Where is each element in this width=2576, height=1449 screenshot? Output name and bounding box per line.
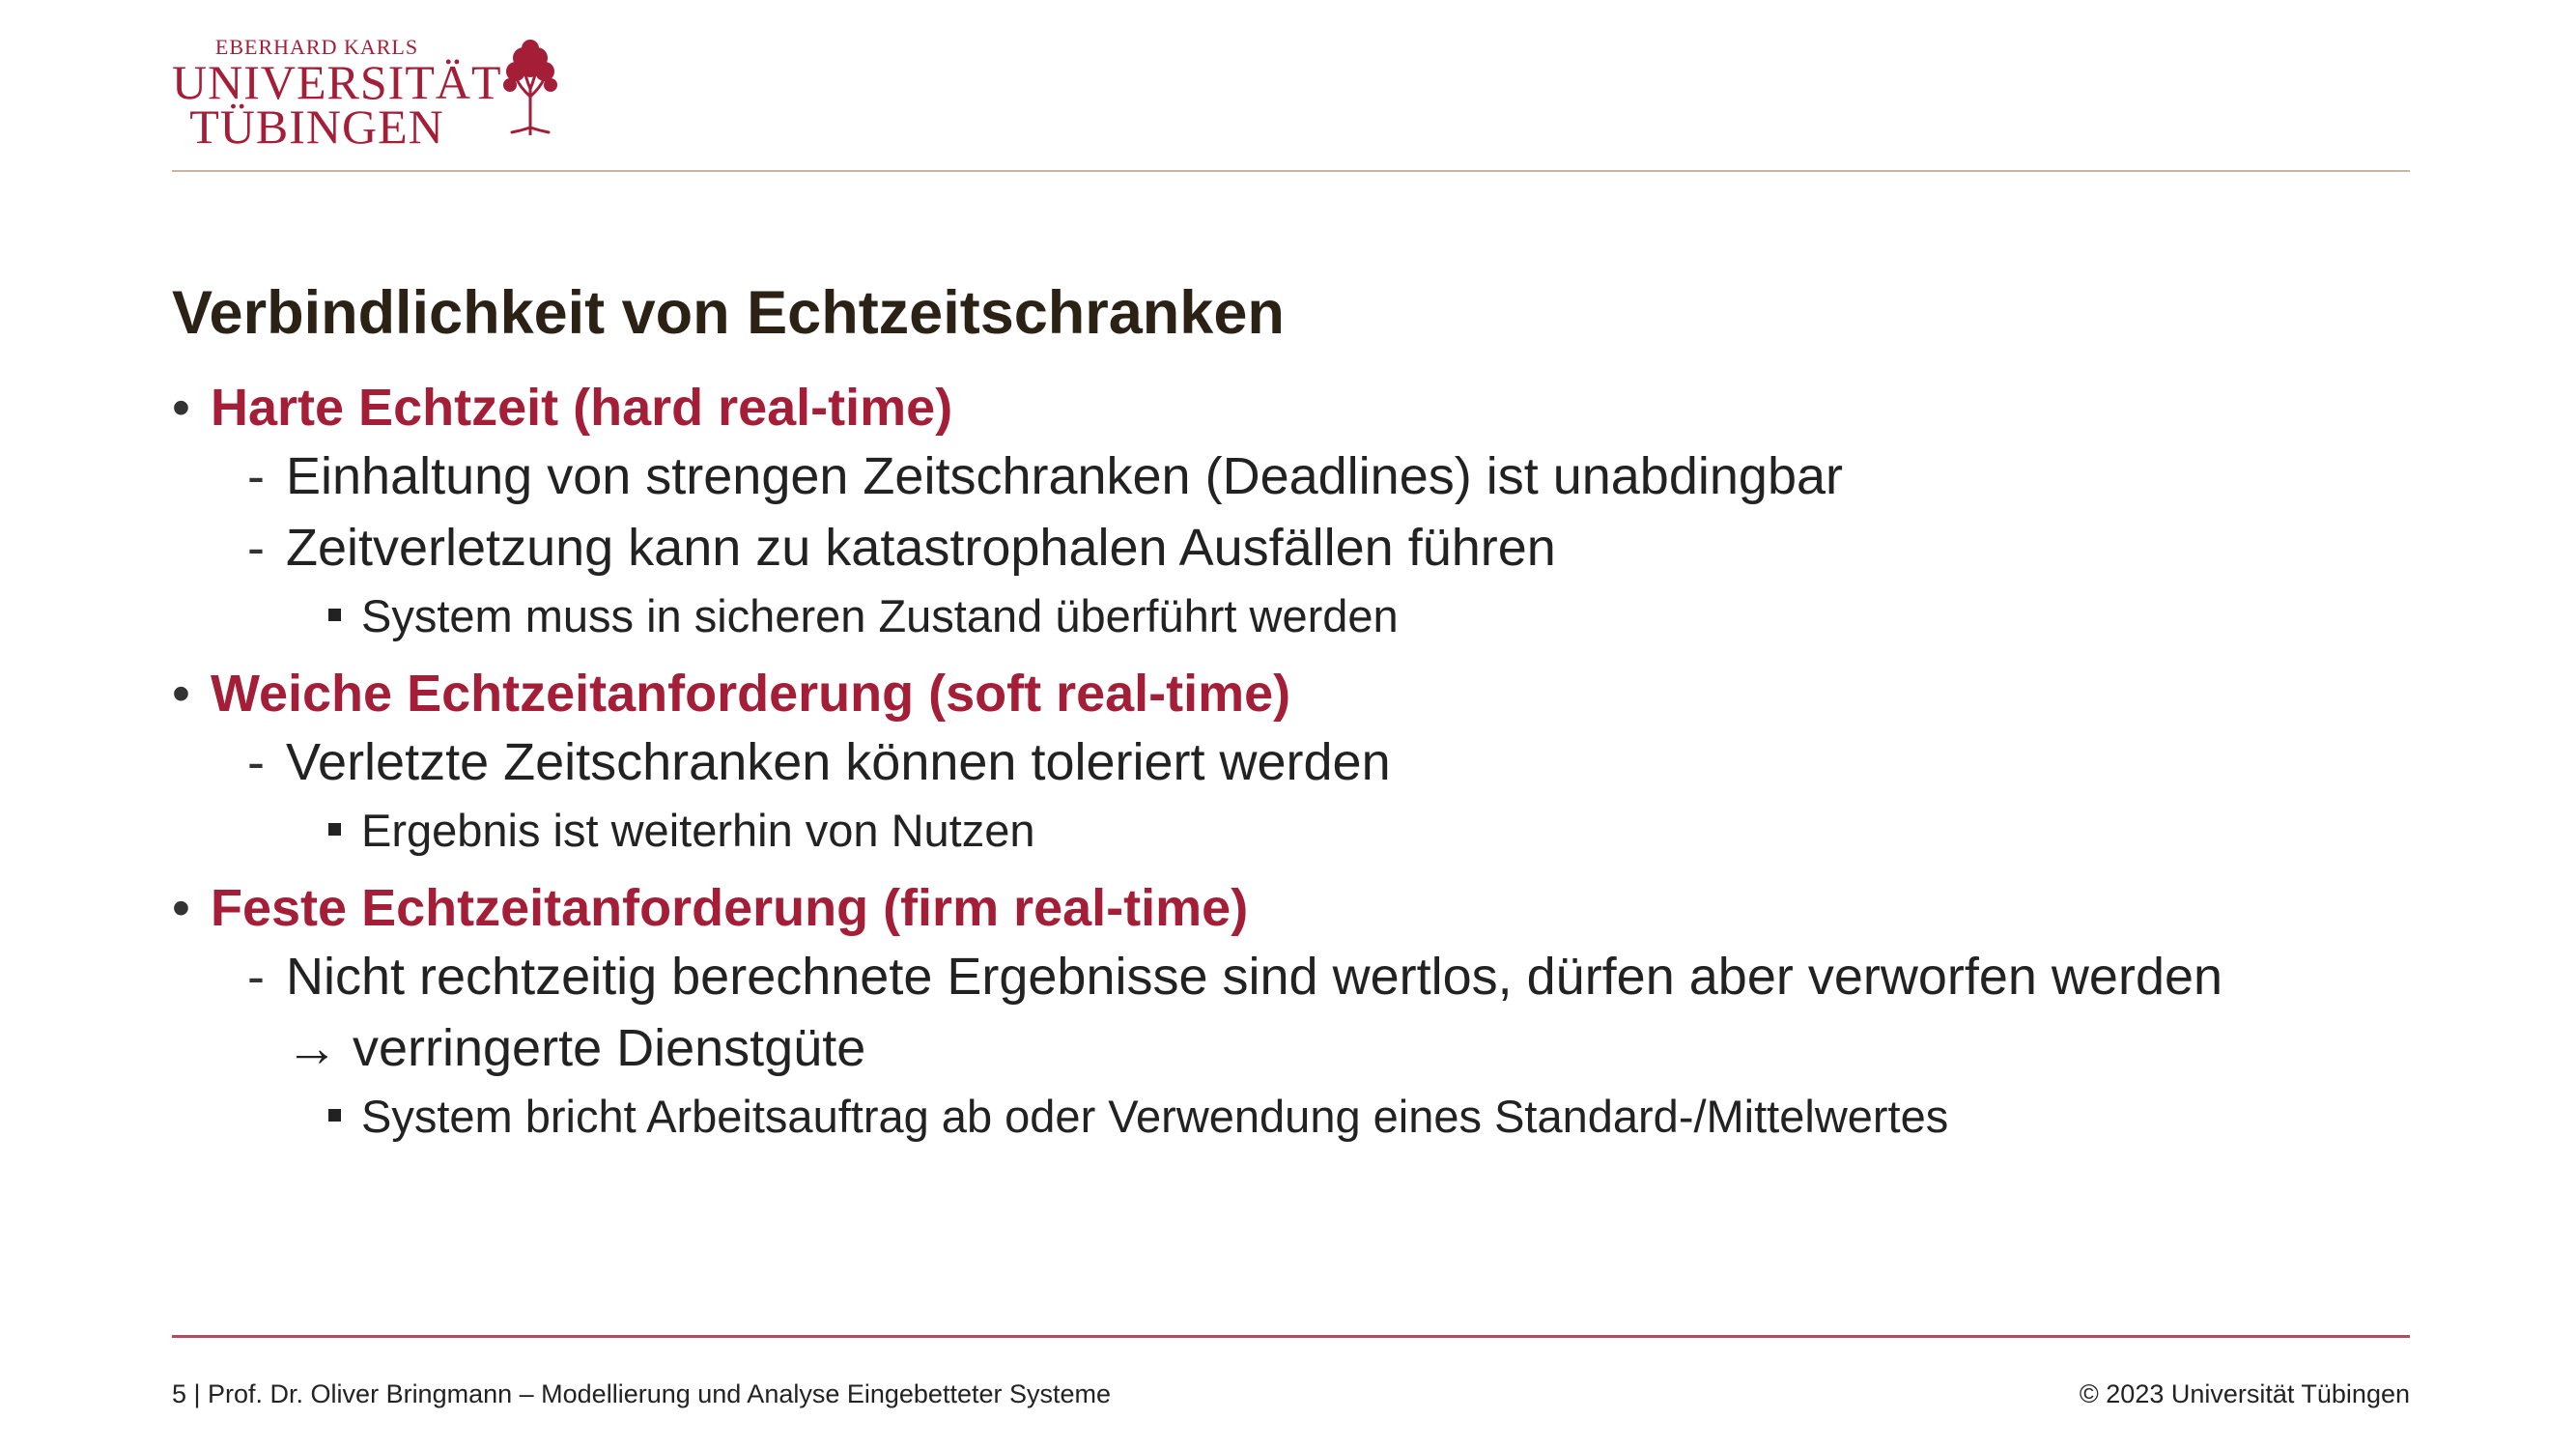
logo-line-3: TÜBINGEN — [189, 99, 444, 154]
continuation-text: → verringerte Dienstgüte — [286, 1019, 866, 1077]
dash-marker: - — [247, 519, 265, 577]
sub-list-item-text: System bricht Arbeitsauftrag ab oder Ver… — [361, 1091, 1949, 1142]
sub-list-item: System muss in sicheren Zustand überführ… — [172, 583, 2413, 649]
square-bullet-icon — [328, 1109, 341, 1122]
logo-wordmark: EBERHARD KARLS UNIVERSITÄT TÜBINGEN — [172, 35, 502, 154]
square-bullet-icon — [328, 823, 341, 836]
sub-list-item-text: Ergebnis ist weiterhin von Nutzen — [361, 805, 1035, 856]
list-item-text: Einhaltung von strengen Zeitschranken (D… — [286, 447, 1843, 505]
list-item-text: Nicht rechtzeitig berechnete Ergebnisse … — [286, 948, 2223, 1006]
section-heading-text: Harte Echtzeit (hard real-time) — [211, 379, 953, 437]
list-item: - Zeitverletzung kann zu katastrophalen … — [172, 512, 2413, 583]
slide-content: • Harte Echtzeit (hard real-time) - Einh… — [172, 375, 2413, 1150]
section-heading-firm: • Feste Echtzeitanforderung (firm real-t… — [172, 875, 2413, 941]
header-divider — [172, 170, 2410, 172]
footer-divider — [172, 1335, 2410, 1338]
university-logo: EBERHARD KARLS UNIVERSITÄT TÜBINGEN — [172, 35, 578, 151]
list-item-text: Verletzte Zeitschranken können toleriert… — [286, 733, 1391, 791]
bullet-marker: • — [172, 879, 190, 937]
sub-list-item-text: System muss in sicheren Zustand überführ… — [361, 590, 1399, 641]
dash-marker: - — [247, 733, 265, 791]
dash-marker: - — [247, 948, 265, 1006]
section-heading-text: Weiche Echtzeitanforderung (soft real-ti… — [211, 665, 1291, 723]
slide-title: Verbindlichkeit von Echtzeitschranken — [172, 279, 1285, 347]
sub-list-item: System bricht Arbeitsauftrag ab oder Ver… — [172, 1084, 2413, 1150]
bullet-marker: • — [172, 379, 190, 437]
square-bullet-icon — [328, 609, 341, 621]
logo-line-2: UNIVERSITÄT — [172, 55, 502, 109]
bullet-marker: • — [172, 665, 190, 723]
list-item-text: Zeitverletzung kann zu katastrophalen Au… — [286, 519, 1556, 577]
footer-credit: 5 | Prof. Dr. Oliver Bringmann – Modelli… — [172, 1379, 1112, 1408]
list-item-continuation: → verringerte Dienstgüte — [172, 1012, 2413, 1084]
section-heading-hard: • Harte Echtzeit (hard real-time) — [172, 375, 2413, 440]
section-heading-soft: • Weiche Echtzeitanforderung (soft real-… — [172, 661, 2413, 726]
list-item: - Verletzte Zeitschranken können tolerie… — [172, 726, 2413, 798]
sub-list-item: Ergebnis ist weiterhin von Nutzen — [172, 798, 2413, 864]
university-tree-logo-icon — [503, 40, 557, 135]
list-item: - Nicht rechtzeitig berechnete Ergebniss… — [172, 941, 2413, 1012]
footer-copyright: © 2023 Universität Tübingen — [2079, 1379, 2410, 1408]
list-item: - Einhaltung von strengen Zeitschranken … — [172, 440, 2413, 512]
dash-marker: - — [247, 447, 265, 505]
section-heading-text: Feste Echtzeitanforderung (firm real-tim… — [211, 879, 1249, 937]
